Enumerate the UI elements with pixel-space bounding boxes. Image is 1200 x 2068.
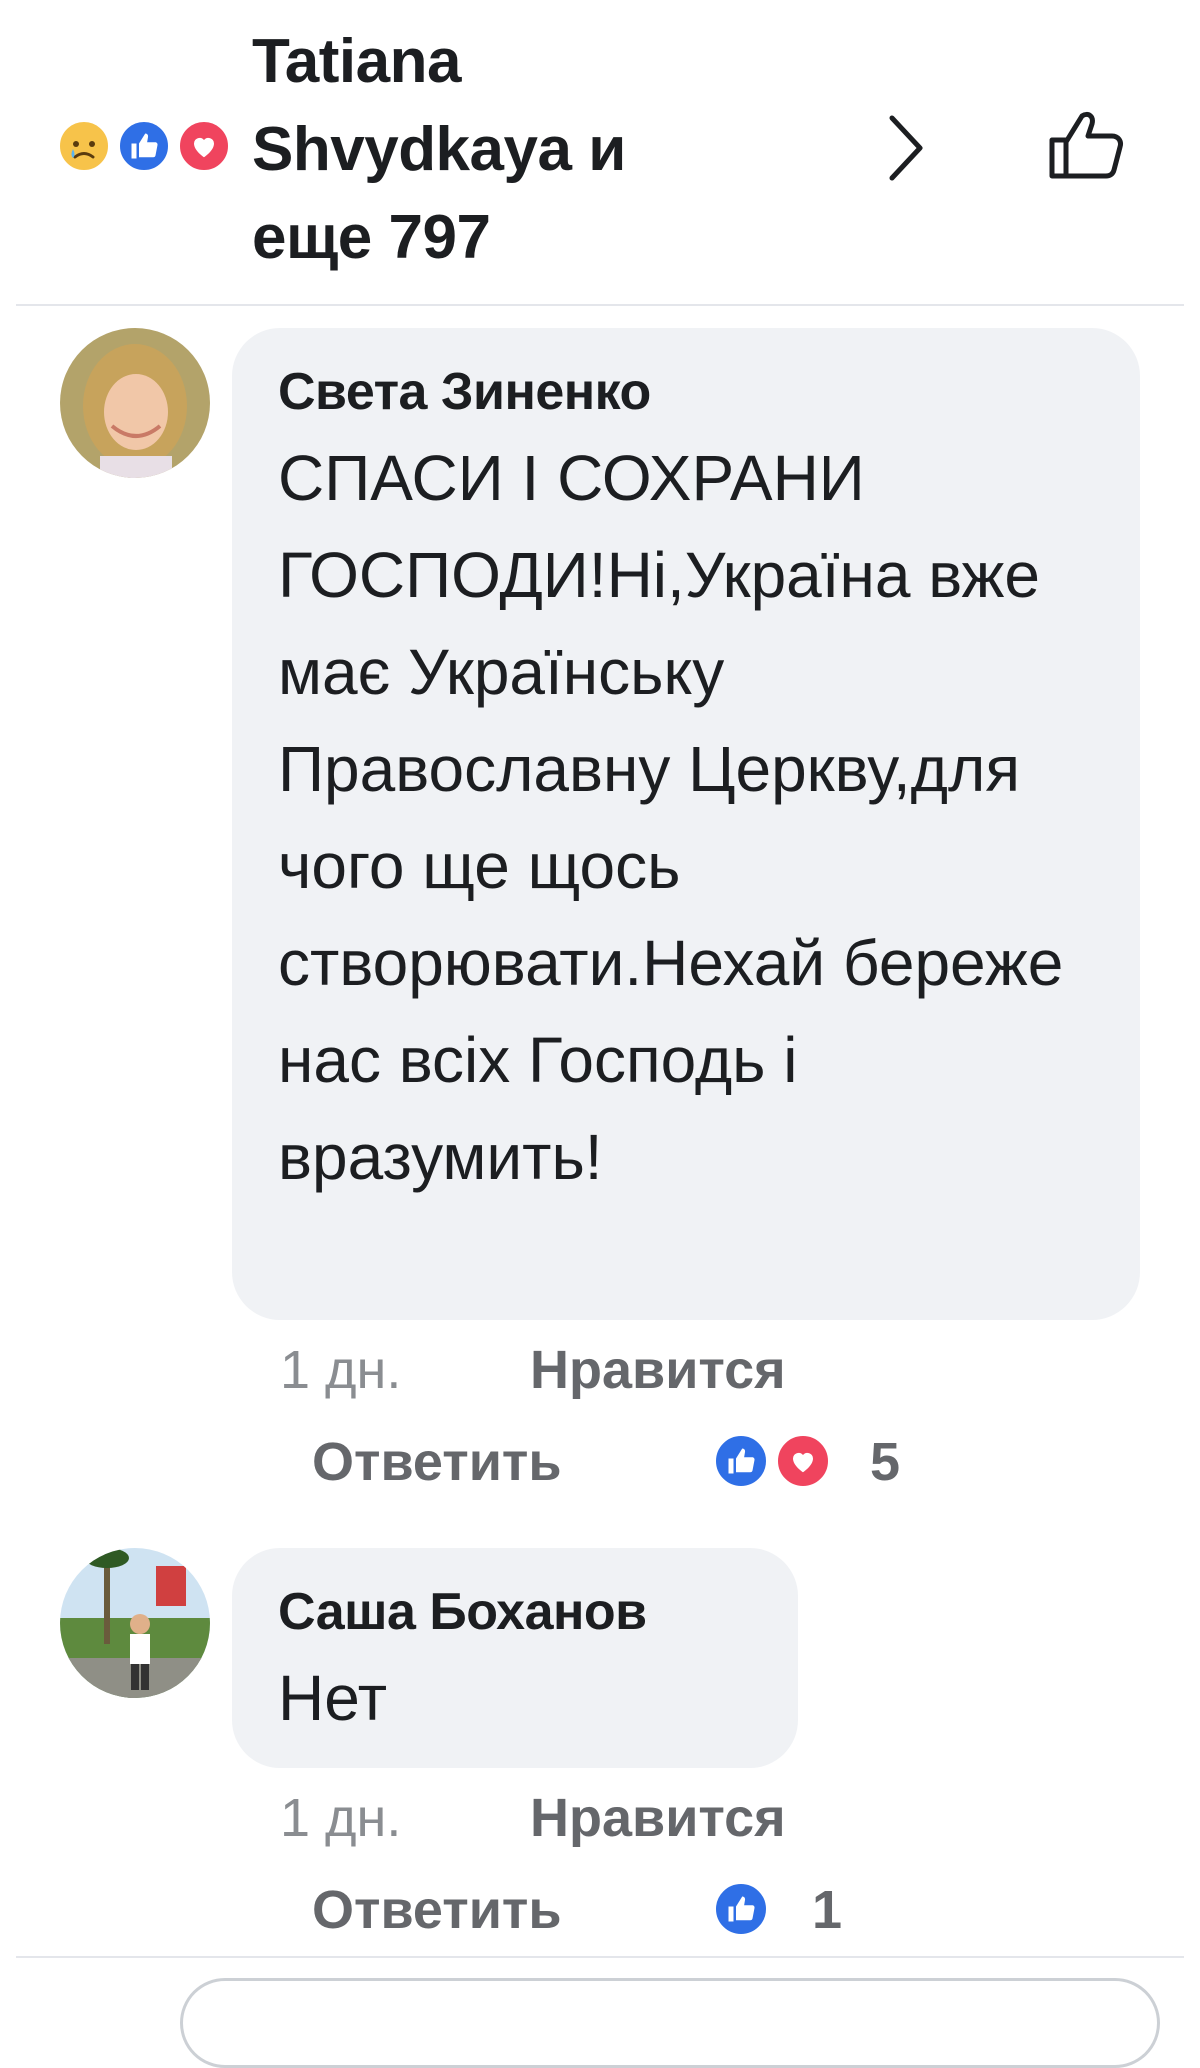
comment-author[interactable]: Саша Боханов [278,1580,750,1644]
avatar[interactable] [60,1548,210,1698]
sad-icon [56,118,112,174]
header-divider [16,304,1184,306]
comment-bubble: Света Зиненко СПАСИ І СОХРАНИ ГОСПОДИ!Ні… [232,328,1140,1320]
like-link[interactable]: Нравится [530,1786,786,1850]
comment-time[interactable]: 1 дн. [280,1786,401,1850]
reaction-count[interactable]: 1 [812,1878,842,1942]
like-icon[interactable] [712,1432,770,1490]
reaction-summary-icons [56,118,236,174]
reply-link[interactable]: Ответить [312,1430,562,1494]
comment-bubble: Саша Боханов Нет [232,1548,798,1768]
thumbs-up-icon[interactable] [1046,104,1126,184]
chevron-right-icon[interactable] [876,108,936,188]
reactions-header[interactable]: Tatiana Shvydkaya и еще 797 [0,0,1200,304]
comment-time[interactable]: 1 дн. [280,1338,401,1402]
love-icon[interactable] [774,1432,832,1490]
comment-text: СПАСИ І СОХРАНИ ГОСПОДИ!Ні,Україна вже м… [278,442,1064,1193]
love-icon [176,118,232,174]
like-link[interactable]: Нравится [530,1338,786,1402]
avatar[interactable] [60,328,210,478]
comment-author[interactable]: Света Зиненко [278,360,1092,424]
comment-text: Нет [278,1662,387,1734]
reactions-header-title[interactable]: Tatiana Shvydkaya и еще 797 [252,18,732,282]
reaction-count[interactable]: 5 [870,1430,900,1494]
like-icon [116,118,172,174]
comment-input[interactable] [180,1978,1160,2068]
like-icon[interactable] [712,1880,770,1938]
reply-link[interactable]: Ответить [312,1878,562,1942]
composer-divider [16,1956,1184,1958]
